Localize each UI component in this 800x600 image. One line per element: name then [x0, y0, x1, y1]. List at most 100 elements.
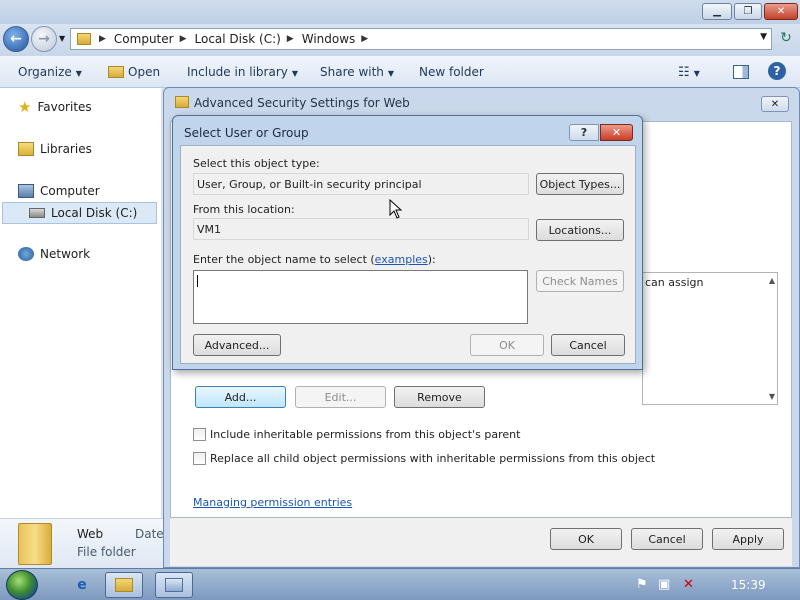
- address-bar[interactable]: ▶ Computer ▶ Local Disk (C:) ▶ Windows ▶…: [70, 28, 772, 50]
- favorites-star-icon: ★: [18, 98, 32, 116]
- new-folder-button[interactable]: New folder: [419, 65, 484, 79]
- check-names-button[interactable]: Check Names: [536, 270, 624, 292]
- open-label: Open: [128, 65, 161, 79]
- close-button[interactable]: ✕: [764, 3, 798, 20]
- include-inheritable-label: Include inheritable permissions from thi…: [210, 428, 521, 441]
- local-disk-icon: [29, 208, 45, 218]
- nav-computer-label: Computer: [40, 184, 100, 198]
- nav-computer[interactable]: Computer: [18, 184, 100, 198]
- organize-menu[interactable]: Organize ▼: [18, 65, 82, 79]
- breadcrumb-computer[interactable]: Computer: [114, 32, 174, 46]
- ok-button[interactable]: OK: [550, 528, 622, 550]
- back-button[interactable]: ←: [3, 26, 29, 52]
- replace-child-permissions-label: Replace all child object permissions wit…: [210, 452, 656, 465]
- examples-link[interactable]: examples: [375, 253, 428, 266]
- folder-icon: [77, 33, 91, 45]
- replace-child-permissions-checkbox[interactable]: Replace all child object permissions wit…: [193, 452, 655, 465]
- edit-button[interactable]: Edit...: [295, 386, 386, 408]
- folder-icon: [115, 578, 133, 592]
- checkbox-box[interactable]: [193, 428, 206, 441]
- object-types-button[interactable]: Object Types...: [536, 173, 624, 195]
- dialog-cancel-button[interactable]: Cancel: [551, 334, 625, 356]
- object-name-label-prefix: Enter the object name to select (: [193, 253, 375, 266]
- details-type: File folder: [77, 545, 136, 559]
- restore-button[interactable]: ❐: [734, 3, 762, 20]
- object-name-label: Enter the object name to select (example…: [193, 253, 436, 266]
- breadcrumb-local-disk[interactable]: Local Disk (C:): [195, 32, 281, 46]
- dialog-ok-button[interactable]: OK: [470, 334, 544, 356]
- open-button[interactable]: Open: [108, 65, 160, 79]
- breadcrumb-separator-icon[interactable]: ▶: [287, 34, 294, 44]
- include-in-library-menu[interactable]: Include in library ▼: [187, 65, 298, 79]
- preview-pane-icon[interactable]: [733, 65, 749, 79]
- libraries-icon: [18, 142, 34, 156]
- share-with-menu[interactable]: Share with ▼: [320, 65, 394, 79]
- dialog-content: Select this object type: User, Group, or…: [180, 145, 636, 364]
- network-status-icon[interactable]: ▣: [658, 577, 670, 592]
- recent-pages-chevron-icon[interactable]: ▼: [59, 34, 65, 43]
- help-button[interactable]: ?: [569, 124, 599, 141]
- explorer-titlebar: ▁ ❐ ✕: [0, 0, 800, 24]
- view-options-icon[interactable]: ☷ ▼: [678, 65, 700, 80]
- navigation-pane: ★ Favorites Libraries Computer Local Disk…: [0, 88, 162, 518]
- object-name-label-suffix: ):: [427, 253, 436, 266]
- action-center-flag-icon[interactable]: ⚑: [636, 577, 648, 592]
- dialog-close-button[interactable]: ✕: [600, 124, 633, 141]
- folder-icon: [18, 523, 52, 565]
- scroll-down-icon[interactable]: ▼: [769, 392, 775, 401]
- nav-network[interactable]: Network: [18, 247, 90, 261]
- managing-permission-entries-link[interactable]: Managing permission entries: [193, 496, 352, 509]
- cancel-button[interactable]: Cancel: [631, 528, 703, 550]
- volume-muted-icon[interactable]: ✕: [683, 577, 694, 592]
- dialog-title: Select User or Group: [184, 126, 309, 140]
- computer-icon: [18, 184, 34, 198]
- select-user-or-group-dialog: Select User or Group ? ✕ Select this obj…: [172, 115, 643, 370]
- nav-favorites-label: Favorites: [37, 100, 92, 114]
- scroll-up-icon[interactable]: ▲: [769, 276, 775, 285]
- clock[interactable]: 15:39: [731, 578, 766, 592]
- help-icon[interactable]: ?: [768, 62, 786, 80]
- internet-explorer-icon[interactable]: e: [63, 572, 101, 598]
- advanced-button[interactable]: Advanced...: [193, 334, 281, 356]
- nav-network-label: Network: [40, 247, 91, 261]
- chevron-down-icon: ▼: [291, 69, 299, 78]
- nav-favorites[interactable]: ★ Favorites: [18, 98, 92, 116]
- folder-icon: [175, 96, 189, 108]
- server-manager-icon[interactable]: [155, 572, 193, 598]
- start-button[interactable]: [6, 570, 38, 600]
- nav-libraries[interactable]: Libraries: [18, 142, 92, 156]
- permission-entry-text: can assign: [645, 276, 704, 289]
- windows-explorer-icon[interactable]: [105, 572, 143, 598]
- taskbar: e ⚑ ▣ ✕ 15:39: [0, 568, 800, 600]
- object-type-label: Select this object type:: [193, 157, 320, 170]
- advanced-security-close-button[interactable]: ✕: [761, 96, 789, 112]
- breadcrumb-separator-icon[interactable]: ▶: [180, 34, 187, 44]
- remove-button[interactable]: Remove: [394, 386, 485, 408]
- details-date-label: Date: [135, 527, 164, 541]
- chevron-down-icon: ▼: [75, 69, 82, 78]
- permission-entries-list[interactable]: can assign ▲ ▼: [642, 272, 778, 405]
- address-dropdown-icon[interactable]: ▼: [760, 32, 767, 42]
- add-button[interactable]: Add...: [195, 386, 286, 408]
- object-type-field: User, Group, or Built-in security princi…: [193, 173, 529, 195]
- breadcrumb-windows[interactable]: Windows: [302, 32, 356, 46]
- apply-button[interactable]: Apply: [712, 528, 784, 550]
- organize-label: Organize: [18, 65, 72, 79]
- text-caret: [197, 275, 198, 287]
- address-row: ← → ▼ ▶ Computer ▶ Local Disk (C:) ▶ Win…: [0, 24, 800, 56]
- minimize-button[interactable]: ▁: [702, 3, 732, 20]
- command-bar: Organize ▼ Open Include in library ▼ Share…: [0, 56, 800, 88]
- advanced-security-title: Advanced Security Settings for Web: [194, 96, 410, 110]
- refresh-icon[interactable]: ↻: [776, 30, 796, 50]
- nav-local-disk-label: Local Disk (C:): [51, 206, 138, 220]
- locations-button[interactable]: Locations...: [536, 219, 624, 241]
- include-inheritable-checkbox[interactable]: Include inheritable permissions from thi…: [193, 428, 520, 441]
- nav-libraries-label: Libraries: [40, 142, 92, 156]
- checkbox-box[interactable]: [193, 452, 206, 465]
- forward-button[interactable]: →: [31, 26, 57, 52]
- object-name-input[interactable]: [193, 270, 528, 324]
- nav-local-disk[interactable]: Local Disk (C:): [2, 202, 157, 224]
- forward-arrow-icon: →: [38, 31, 50, 47]
- breadcrumb-separator-icon[interactable]: ▶: [99, 34, 106, 44]
- breadcrumb-separator-icon[interactable]: ▶: [361, 34, 368, 44]
